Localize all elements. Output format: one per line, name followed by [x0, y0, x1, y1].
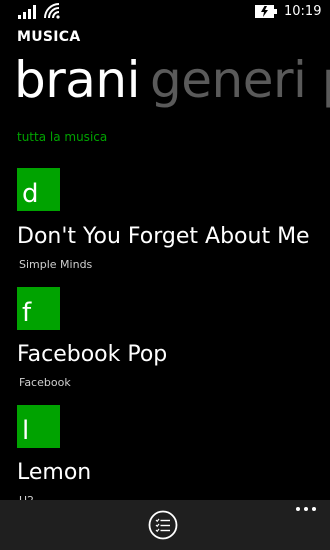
all-music-link[interactable]: tutta la musica	[17, 130, 107, 144]
app-bar	[0, 500, 330, 550]
jump-tile-f[interactable]: f	[17, 287, 60, 330]
song-artist: Facebook	[19, 376, 71, 389]
pivot-item-generi[interactable]: generi pl	[150, 51, 330, 109]
playlist-icon[interactable]	[148, 510, 178, 540]
signal-icon	[18, 5, 36, 19]
song-title[interactable]: Don't You Forget About Me	[17, 224, 310, 249]
jump-tile-l[interactable]: l	[17, 405, 60, 448]
song-title[interactable]: Lemon	[17, 460, 91, 485]
song-title[interactable]: Facebook Pop	[17, 342, 167, 367]
pivot-header[interactable]: branigeneri pl	[14, 48, 330, 112]
more-icon[interactable]	[295, 506, 317, 512]
clock: 10:19	[284, 4, 322, 19]
battery-icon	[255, 5, 277, 18]
app-title: MUSICA	[17, 29, 81, 45]
status-bar: 10:19	[0, 0, 330, 24]
tile-letter: l	[22, 416, 30, 446]
tile-letter: f	[22, 298, 32, 328]
pivot-item-brani[interactable]: brani	[14, 51, 141, 109]
tile-letter: d	[22, 179, 39, 209]
jump-tile-d[interactable]: d	[17, 168, 60, 211]
song-artist: Simple Minds	[19, 258, 93, 271]
wifi-icon	[44, 3, 60, 19]
